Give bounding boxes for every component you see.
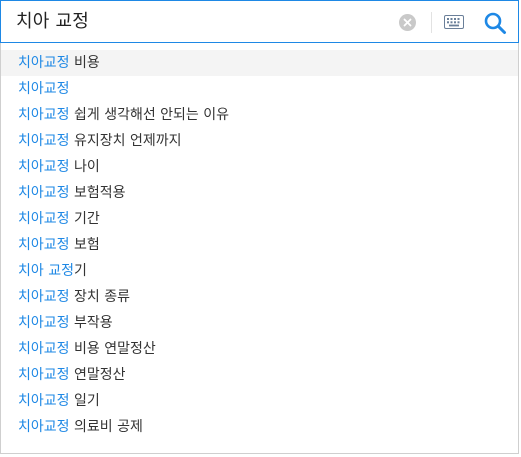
suggestion-rest-text: 연말정산 xyxy=(69,367,126,383)
suggestion-item[interactable]: 치아교정 연말정산 xyxy=(1,362,518,388)
suggestion-list: 치아교정 비용 치아교정 치아교정 쉽게 생각해선 안되는 이유 치아교정 유지장치 … xyxy=(1,43,518,440)
search-icon[interactable] xyxy=(483,11,507,35)
suggestion-item[interactable]: 치아교정 나이 xyxy=(1,154,518,180)
search-bar: 치아 교정 xyxy=(0,0,519,43)
suggestion-item[interactable]: 치아교정 쉽게 생각해선 안되는 이유 xyxy=(1,102,518,128)
suggestion-rest-text: 기 xyxy=(73,263,87,279)
suggestion-rest-text: 장치 종류 xyxy=(69,289,130,305)
suggestion-rest-text: 기간 xyxy=(69,211,100,227)
suggestion-match-text: 치아교정 xyxy=(18,419,70,435)
suggestion-rest-text: 보험적용 xyxy=(69,185,126,201)
suggestion-rest-text: 비용 연말정산 xyxy=(69,341,156,357)
suggestion-item[interactable]: 치아교정 비용 연말정산 xyxy=(1,336,518,362)
suggestion-match-text: 치아교정 xyxy=(18,107,70,123)
search-widget: 치아 교정 치아교정 비용 치아교정 치아교정 쉽게 생각해선 안되는 이유 치… xyxy=(0,0,521,457)
suggestion-match-text: 치아교정 xyxy=(18,185,70,201)
suggestion-item[interactable]: 치아 교정기 xyxy=(1,258,518,284)
suggestion-item[interactable]: 치아교정 보험적용 xyxy=(1,180,518,206)
autocomplete-dropdown: 치아교정 비용 치아교정 치아교정 쉽게 생각해선 안되는 이유 치아교정 유지장치 … xyxy=(0,43,519,454)
suggestion-match-text: 치아교정 xyxy=(18,341,70,357)
suggestion-item[interactable]: 치아교정 비용 xyxy=(1,50,518,76)
suggestion-item[interactable]: 치아교정 부작용 xyxy=(1,310,518,336)
suggestion-rest-text: 쉽게 생각해선 안되는 이유 xyxy=(69,107,230,123)
suggestion-match-text: 치아교정 xyxy=(18,237,70,253)
suggestion-rest-text: 의료비 공제 xyxy=(69,419,143,435)
suggestion-match-text: 치아교정 xyxy=(18,211,70,227)
suggestion-item[interactable]: 치아교정 일기 xyxy=(1,388,518,414)
suggestion-rest-text: 나이 xyxy=(69,159,100,175)
suggestion-item[interactable]: 치아교정 xyxy=(1,76,518,102)
search-input[interactable]: 치아 교정 xyxy=(16,9,89,35)
clear-icon[interactable] xyxy=(399,14,416,31)
suggestion-match-text: 치아교정 xyxy=(18,393,70,409)
suggestion-item[interactable]: 치아교정 장치 종류 xyxy=(1,284,518,310)
suggestion-item[interactable]: 치아교정 보험 xyxy=(1,232,518,258)
suggestion-match-text: 치아교정 xyxy=(18,159,70,175)
suggestion-match-text: 치아교정 xyxy=(18,133,70,149)
suggestion-match-text: 치아교정 xyxy=(18,81,70,97)
suggestion-item[interactable]: 치아교정 유지장치 언제까지 xyxy=(1,128,518,154)
suggestion-rest-text: 보험 xyxy=(69,237,100,253)
suggestion-match-text: 치아교정 xyxy=(18,315,70,331)
suggestion-item[interactable]: 치아교정 기간 xyxy=(1,206,518,232)
suggestion-item[interactable]: 치아교정 의료비 공제 xyxy=(1,414,518,440)
suggestion-match-text: 치아교정 xyxy=(18,367,70,383)
suggestion-match-text: 치아교정 xyxy=(18,55,70,71)
suggestion-match-text: 치아 교정 xyxy=(18,263,74,279)
suggestion-rest-text: 유지장치 언제까지 xyxy=(69,133,182,149)
toolbar-divider xyxy=(431,12,432,33)
suggestion-match-text: 치아교정 xyxy=(18,289,70,305)
suggestion-rest-text: 부작용 xyxy=(69,315,113,331)
keyboard-icon[interactable] xyxy=(444,15,464,30)
suggestion-rest-text: 일기 xyxy=(69,393,100,409)
suggestion-rest-text: 비용 xyxy=(69,55,100,71)
